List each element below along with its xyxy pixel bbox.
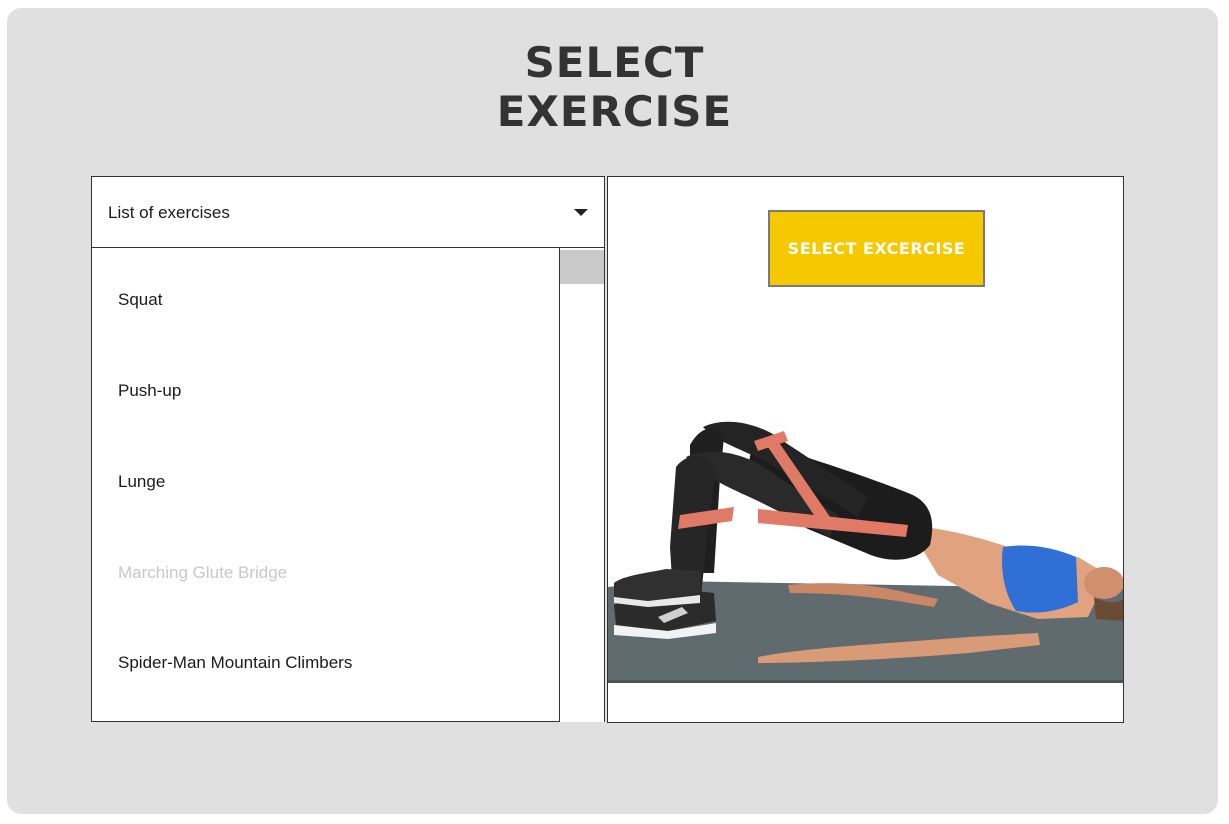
dropdown-label: List of exercises	[108, 203, 230, 222]
list-item-marching-glute-bridge: Marching Glute Bridge	[118, 563, 288, 582]
dropdown-scrollbar[interactable]	[560, 248, 605, 722]
list-item-lunge[interactable]: Lunge	[118, 472, 165, 492]
exercise-preview: SELECT EXCERCISE	[607, 176, 1124, 723]
dropdown-list: Squat Push-up Lunge Marching Glute Bridg…	[91, 248, 560, 722]
list-item-squat[interactable]: Squat	[118, 290, 162, 310]
list-item-spider-man-mountain-climbers[interactable]: Spider-Man Mountain Climbers	[118, 653, 352, 673]
page-title-line-1: SELECT	[524, 38, 705, 87]
chevron-down-icon[interactable]	[574, 209, 588, 216]
exercise-dropdown[interactable]: List of exercises	[91, 176, 605, 248]
select-exercise-button[interactable]: SELECT EXCERCISE	[768, 210, 985, 287]
glute-bridge-exercise-image	[608, 421, 1123, 683]
page-title: SELECT EXERCISE	[0, 38, 1229, 136]
list-item-push-up[interactable]: Push-up	[118, 381, 181, 401]
scrollbar-thumb[interactable]	[560, 250, 604, 284]
page-title-line-2: EXERCISE	[496, 87, 733, 136]
